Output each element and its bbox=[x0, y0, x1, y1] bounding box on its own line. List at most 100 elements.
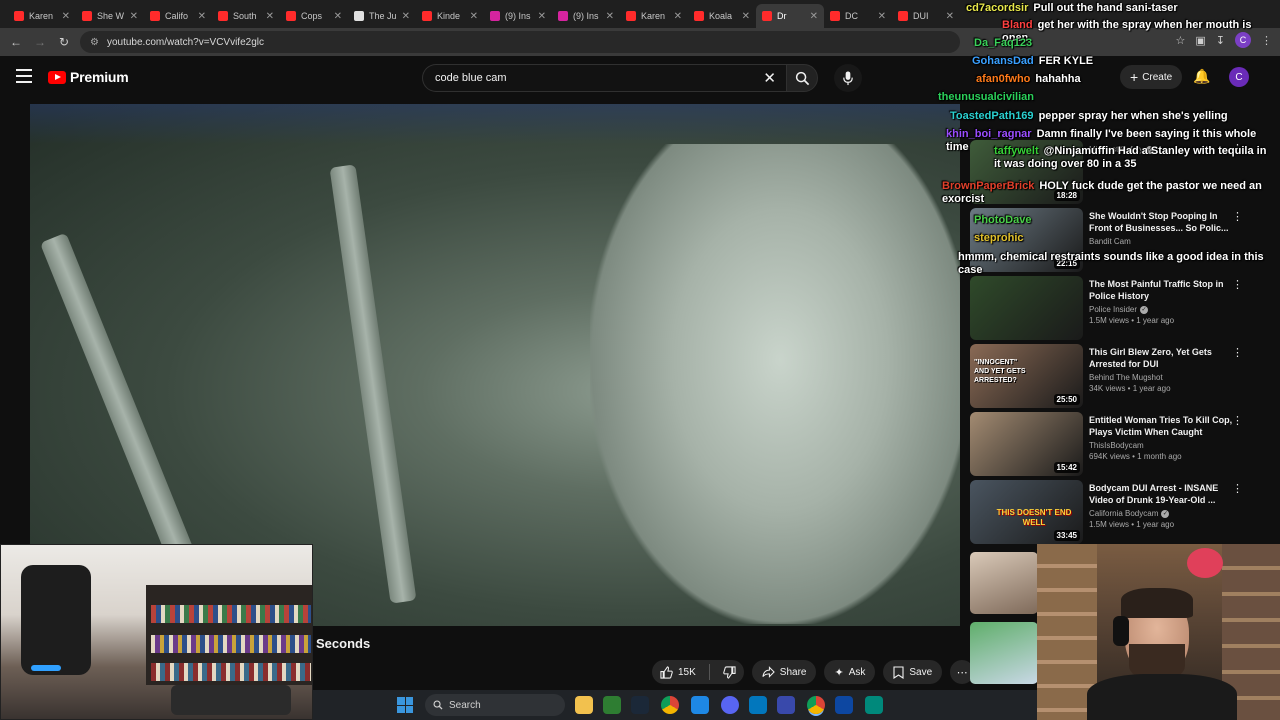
share-button[interactable]: Share bbox=[751, 660, 817, 684]
browser-tab[interactable]: DC ✕ bbox=[824, 4, 892, 28]
recommendation-channel[interactable]: ThisIsBodycam bbox=[1089, 441, 1239, 450]
tab-close-icon[interactable]: ✕ bbox=[130, 11, 138, 22]
taskbar-app-icon[interactable] bbox=[777, 696, 795, 714]
browser-tab[interactable]: Koala ✕ bbox=[688, 4, 756, 28]
video-thumbnail[interactable]: 15:42 bbox=[970, 412, 1083, 476]
tab-close-icon[interactable]: ✕ bbox=[62, 11, 70, 22]
downloads-icon[interactable]: ↧ bbox=[1216, 34, 1225, 47]
tab-favicon-icon bbox=[762, 11, 772, 21]
video-thumbnail[interactable]: THIS DOESN'T END WELL 33:45 bbox=[970, 480, 1083, 544]
browser-tab[interactable]: Karen ✕ bbox=[620, 4, 688, 28]
recommendation-title[interactable]: This Girl Blew Zero, Yet Gets Arrested f… bbox=[1089, 346, 1239, 370]
browser-tab[interactable]: DUI ✕ bbox=[892, 4, 960, 28]
forward-icon[interactable]: → bbox=[28, 35, 52, 49]
browser-tab[interactable]: Karen ✕ bbox=[8, 4, 76, 28]
recommendation-item[interactable]: 18:28 Midwest Safety ✓ ⋮ bbox=[970, 140, 1270, 204]
tab-close-icon[interactable]: ✕ bbox=[402, 11, 410, 22]
bookmark-star-icon[interactable]: ☆ bbox=[1176, 34, 1186, 47]
recommendation-title[interactable]: She Wouldn't Stop Pooping In Front of Bu… bbox=[1089, 210, 1239, 234]
recommendation-item[interactable]: THIS DOESN'T END WELL 33:45 Bodycam DUI Ar… bbox=[970, 480, 1270, 544]
recommendation-item[interactable]: 22:15 She Wouldn't Stop Pooping In Front … bbox=[970, 208, 1270, 272]
recommendation-item[interactable]: The Most Painful Traffic Stop in Police … bbox=[970, 276, 1270, 340]
recommendation-channel[interactable]: California Bodycam ✓ bbox=[1089, 509, 1239, 518]
tab-close-icon[interactable]: ✕ bbox=[742, 11, 750, 22]
thumbnail-small[interactable] bbox=[970, 552, 1038, 614]
recommendation-item[interactable]: 15:42 Entitled Woman Tries To Kill Cop, P… bbox=[970, 412, 1270, 476]
recommendation-channel[interactable]: Bandit Cam bbox=[1089, 237, 1239, 246]
video-thumbnail[interactable]: 18:28 bbox=[970, 140, 1083, 204]
tab-close-icon[interactable]: ✕ bbox=[810, 11, 818, 22]
tab-title: Karen bbox=[29, 11, 54, 21]
hamburger-menu-icon[interactable] bbox=[16, 69, 32, 83]
recommendation-channel[interactable]: Police Insider ✓ bbox=[1089, 305, 1239, 314]
browser-tab[interactable]: Dr ✕ bbox=[756, 4, 824, 28]
search-button[interactable] bbox=[786, 64, 818, 92]
video-frame-strap bbox=[329, 164, 417, 604]
taskbar-app-icon[interactable] bbox=[749, 696, 767, 714]
address-bar[interactable]: ⚙ youtube.com/watch?v=VCVvife2glc bbox=[80, 31, 960, 53]
browser-tab[interactable]: South ✕ bbox=[212, 4, 280, 28]
browser-menu-icon[interactable]: ⋮ bbox=[1261, 34, 1272, 47]
recommendation-title[interactable]: Bodycam DUI Arrest - INSANE Video of Dru… bbox=[1089, 482, 1239, 506]
browser-tab[interactable]: (9) Ins ✕ bbox=[552, 4, 620, 28]
discord-icon[interactable] bbox=[721, 696, 739, 714]
file-explorer-icon[interactable] bbox=[575, 696, 593, 714]
recommendation-menu-icon[interactable]: ⋮ bbox=[1232, 210, 1243, 223]
taskbar-app-icon[interactable] bbox=[835, 696, 853, 714]
taskbar-app-icon[interactable] bbox=[691, 696, 709, 714]
clear-search-icon[interactable]: ✕ bbox=[763, 69, 776, 87]
browser-tab[interactable]: Cops ✕ bbox=[280, 4, 348, 28]
browser-tab[interactable]: The Ju ✕ bbox=[348, 4, 416, 28]
tab-close-icon[interactable]: ✕ bbox=[674, 11, 682, 22]
chrome-icon-active[interactable] bbox=[807, 696, 825, 714]
tab-close-icon[interactable]: ✕ bbox=[606, 11, 614, 22]
more-horizontal-icon: ⋯ bbox=[956, 666, 968, 679]
dislike-button[interactable] bbox=[715, 660, 744, 684]
site-info-icon[interactable]: ⚙ bbox=[90, 37, 99, 48]
thumbnail-small[interactable] bbox=[970, 622, 1038, 684]
youtube-logo[interactable]: Premium bbox=[48, 69, 129, 85]
tab-close-icon[interactable]: ✕ bbox=[946, 11, 954, 22]
browser-tab[interactable]: Kinde ✕ bbox=[416, 4, 484, 28]
tab-close-icon[interactable]: ✕ bbox=[266, 11, 274, 22]
reload-icon[interactable]: ↻ bbox=[52, 35, 76, 49]
extensions-icon[interactable]: ▣ bbox=[1195, 34, 1205, 47]
search-input[interactable]: code blue cam ✕ bbox=[422, 64, 786, 92]
voice-search-button[interactable] bbox=[834, 64, 862, 92]
tab-close-icon[interactable]: ✕ bbox=[538, 11, 546, 22]
ask-button[interactable]: ✦ Ask bbox=[824, 660, 876, 684]
save-button[interactable]: Save bbox=[883, 660, 943, 684]
tab-close-icon[interactable]: ✕ bbox=[470, 11, 478, 22]
notifications-bell-icon[interactable]: 🔔 bbox=[1193, 68, 1210, 85]
taskbar-app-icon[interactable] bbox=[603, 696, 621, 714]
video-thumbnail[interactable]: 22:15 bbox=[970, 208, 1083, 272]
recommendation-menu-icon[interactable]: ⋮ bbox=[1232, 278, 1243, 291]
create-button[interactable]: + Create bbox=[1120, 65, 1183, 89]
steam-icon[interactable] bbox=[631, 696, 649, 714]
recommendation-menu-icon[interactable]: ⋮ bbox=[1232, 142, 1243, 155]
tab-close-icon[interactable]: ✕ bbox=[334, 11, 342, 22]
browser-profile-avatar[interactable]: C bbox=[1235, 32, 1251, 48]
browser-tab[interactable]: She W ✕ bbox=[76, 4, 144, 28]
taskbar-search[interactable]: Search bbox=[425, 694, 565, 716]
video-thumbnail[interactable] bbox=[970, 276, 1083, 340]
recommendation-channel[interactable]: Behind The Mugshot bbox=[1089, 373, 1239, 382]
recommendation-menu-icon[interactable]: ⋮ bbox=[1232, 346, 1243, 359]
browser-tab[interactable]: (9) Ins ✕ bbox=[484, 4, 552, 28]
recommendation-title[interactable]: The Most Painful Traffic Stop in Police … bbox=[1089, 278, 1239, 302]
recommendation-title[interactable]: Entitled Woman Tries To Kill Cop, Plays … bbox=[1089, 414, 1239, 438]
taskbar-app-icon[interactable] bbox=[865, 696, 883, 714]
browser-tab[interactable]: Califo ✕ bbox=[144, 4, 212, 28]
recommendation-menu-icon[interactable]: ⋮ bbox=[1232, 482, 1243, 495]
chrome-icon[interactable] bbox=[661, 696, 679, 714]
tab-close-icon[interactable]: ✕ bbox=[198, 11, 206, 22]
windows-start-icon[interactable] bbox=[397, 697, 413, 713]
like-button[interactable]: 15K bbox=[652, 660, 704, 684]
recommendation-item[interactable]: "INNOCENT" AND YET GETS ARRESTED? 25:50 Th… bbox=[970, 344, 1270, 408]
account-avatar[interactable]: C bbox=[1229, 67, 1249, 87]
back-icon[interactable]: ← bbox=[4, 35, 28, 49]
tab-close-icon[interactable]: ✕ bbox=[878, 11, 886, 22]
recommendation-channel[interactable]: Midwest Safety ✓ bbox=[1089, 145, 1239, 154]
recommendation-menu-icon[interactable]: ⋮ bbox=[1232, 414, 1243, 427]
video-thumbnail[interactable]: "INNOCENT" AND YET GETS ARRESTED? 25:50 bbox=[970, 344, 1083, 408]
